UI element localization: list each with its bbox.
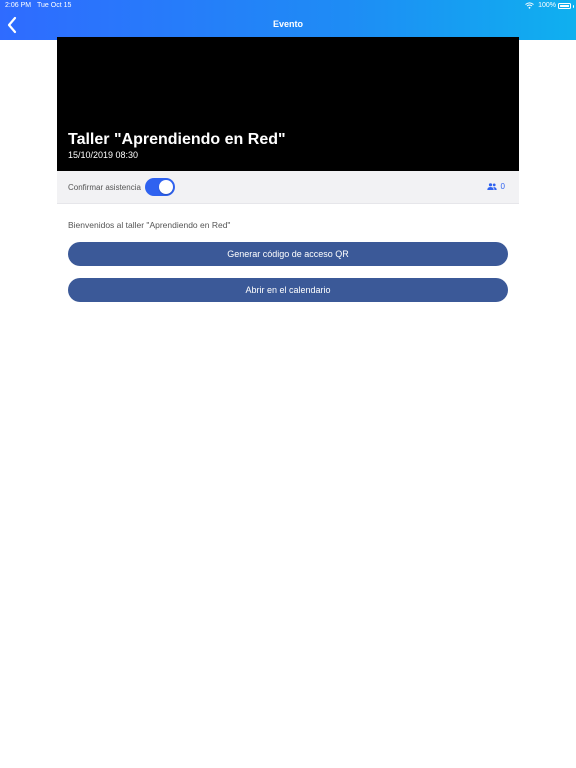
event-title: Taller "Aprendiendo en Red" <box>68 131 286 148</box>
attendee-count: 0 <box>500 182 505 191</box>
attendees-button[interactable]: 0 <box>486 182 505 191</box>
event-datetime: 15/10/2019 08:30 <box>68 150 139 160</box>
status-time: 2:06 PM <box>5 2 32 9</box>
open-calendar-button[interactable]: Abrir en el calendario <box>68 278 508 302</box>
battery-tip <box>572 5 574 8</box>
event-banner: Taller "Aprendiendo en Red" 15/10/2019 0… <box>57 37 519 171</box>
wifi-icon <box>525 2 534 9</box>
confirm-attendance-label: Confirmar asistencia <box>68 183 141 192</box>
nav-header: 2:06 PM Tue Oct 15 100% Evento <box>0 0 576 40</box>
toggle-knob <box>159 180 173 194</box>
confirm-attendance-toggle[interactable] <box>145 178 175 196</box>
status-right: 100% <box>525 2 556 9</box>
status-date: Tue Oct 15 <box>37 2 72 9</box>
attendance-bar: Confirmar asistencia 0 <box>57 171 519 204</box>
battery-icon <box>558 3 571 9</box>
generate-qr-button[interactable]: Generar código de acceso QR <box>68 242 508 266</box>
status-bar: 2:06 PM Tue Oct 15 100% <box>0 0 576 12</box>
battery-percent: 100% <box>538 2 556 9</box>
page-title: Evento <box>272 19 303 29</box>
welcome-text: Bienvenidos al taller "Aprendiendo en Re… <box>68 220 231 230</box>
people-icon <box>486 183 497 190</box>
